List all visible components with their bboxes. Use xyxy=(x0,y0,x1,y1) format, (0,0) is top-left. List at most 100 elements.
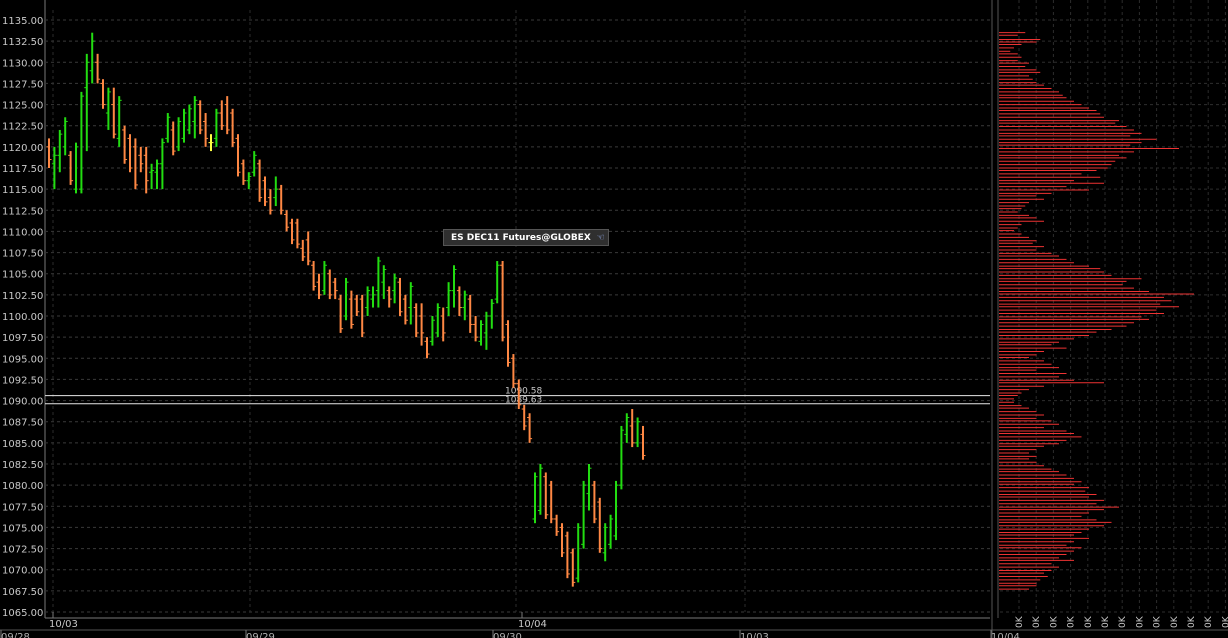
volume-axis-label: 0K xyxy=(1084,615,1094,628)
ohlc-bar xyxy=(483,311,489,350)
ohlc-bar xyxy=(62,117,68,156)
ohlc-bar xyxy=(500,261,506,342)
ohlc-bar xyxy=(548,480,554,524)
ohlc-bar xyxy=(494,261,500,304)
y-tick-label: 1117.50 xyxy=(2,164,43,175)
ohlc-bar xyxy=(208,134,214,152)
ohlc-bar xyxy=(370,286,376,308)
y-tick-label: 1097.50 xyxy=(2,333,43,344)
time-label-bottom: 09/28 xyxy=(1,632,30,638)
ohlc-bar xyxy=(613,480,619,541)
ohlc-bar xyxy=(386,286,392,308)
price-chart[interactable]: 1090.581089.63 1135.00 1132.50 1130.00 1127… xyxy=(0,0,1228,638)
ohlc-bar xyxy=(402,294,408,325)
ohlc-bar xyxy=(554,514,560,536)
y-tick-label: 1087.50 xyxy=(2,418,43,429)
ohlc-bar xyxy=(127,134,133,173)
ohlc-bar xyxy=(408,282,414,325)
ohlc-bar xyxy=(230,108,236,147)
ohlc-bar xyxy=(446,282,452,316)
y-tick-label: 1110.00 xyxy=(2,227,43,238)
ohlc-bar xyxy=(143,146,149,194)
ohlc-bar xyxy=(456,286,462,316)
ohlc-bar xyxy=(478,320,484,346)
volume-axis-label: 0K xyxy=(1049,615,1059,628)
ohlc-bar xyxy=(624,413,630,443)
ohlc-bar xyxy=(629,409,635,448)
ohlc-bar xyxy=(451,265,457,308)
ohlc-bar xyxy=(591,480,597,524)
ohlc-bar xyxy=(537,464,543,515)
y-tick-label: 1112.50 xyxy=(2,206,43,217)
ohlc-bar xyxy=(381,265,387,300)
ohlc-bar xyxy=(602,523,608,562)
volume-axis-label: 0K xyxy=(1015,615,1025,628)
y-tick-label: 1135.00 xyxy=(2,16,43,27)
y-tick-label: 1085.00 xyxy=(2,439,43,450)
y-tick-label: 1100.00 xyxy=(2,312,43,323)
ohlc-bar xyxy=(354,294,360,316)
volume-axis-label: 0K xyxy=(1153,615,1163,628)
volume-axis-label: 0K xyxy=(1135,615,1145,628)
ohlc-bar xyxy=(424,337,430,359)
ohlc-bar xyxy=(321,261,327,295)
ohlc-bar xyxy=(467,294,473,333)
horizontal-levels: 1090.581089.63 xyxy=(45,387,990,406)
y-tick-label: 1130.00 xyxy=(2,58,43,69)
ohlc-bar xyxy=(300,239,306,262)
ohlc-bar xyxy=(543,472,549,519)
ohlc-bar xyxy=(46,138,52,168)
ohlc-bar xyxy=(527,413,533,443)
ohlc-bar xyxy=(95,53,101,84)
volume-axis-label: 0K xyxy=(1067,615,1077,628)
ohlc-bar xyxy=(586,464,592,511)
ohlc-bar xyxy=(419,303,425,346)
y-tick-label: 1107.50 xyxy=(2,249,43,260)
ohlc-bar xyxy=(489,299,495,329)
ohlc-bar xyxy=(213,108,219,147)
volume-axis-label: 0K xyxy=(1221,615,1228,628)
y-tick-label: 1127.50 xyxy=(2,79,43,90)
ohlc-bar xyxy=(116,96,122,147)
ohlc-bar xyxy=(57,129,63,173)
ohlc-bar xyxy=(159,138,165,190)
ohlc-bar xyxy=(273,176,279,207)
ohlc-bar xyxy=(505,320,511,367)
ohlc-bar xyxy=(122,125,128,164)
volume-axis-label: 0K xyxy=(1032,615,1042,628)
symbol-label[interactable]: ES DEC11 Futures@GLOBEX ☜ xyxy=(443,229,609,246)
ohlc-bar xyxy=(170,121,176,156)
time-label-top: 10/03 xyxy=(49,619,78,630)
ohlc-bar xyxy=(186,104,192,135)
ohlc-bar xyxy=(165,113,171,143)
ohlc-bar xyxy=(240,159,246,185)
ohlc-bar xyxy=(203,113,209,147)
ohlc-bar xyxy=(618,425,624,490)
y-tick-label: 1092.50 xyxy=(2,375,43,386)
ohlc-bar xyxy=(435,303,441,338)
ohlc-bar xyxy=(284,210,290,232)
time-label-bottom: 10/03 xyxy=(740,632,769,638)
ohlc-bar xyxy=(570,548,576,587)
ohlc-bar xyxy=(84,53,90,152)
ohlc-bars xyxy=(46,32,646,587)
ohlc-bar xyxy=(338,294,344,333)
ohlc-bar xyxy=(332,277,338,300)
y-tick-label: 1125.00 xyxy=(2,101,43,112)
y-tick-label: 1095.00 xyxy=(2,354,43,365)
y-tick-label: 1090.00 xyxy=(2,397,43,408)
ohlc-bar xyxy=(532,472,538,524)
ohlc-bar xyxy=(440,307,446,342)
ohlc-bar xyxy=(176,117,182,152)
volume-axis-label: 0K xyxy=(1118,615,1128,628)
ohlc-bar xyxy=(235,134,241,177)
ohlc-bar xyxy=(429,316,435,346)
y-tick-label: 1102.50 xyxy=(2,291,43,302)
time-label-bottom: 09/30 xyxy=(493,632,522,638)
time-label-bottom: 09/29 xyxy=(246,632,275,638)
y-tick-label: 1120.00 xyxy=(2,143,43,154)
ohlc-bar xyxy=(294,218,300,249)
time-label-bottom: 10/04 xyxy=(991,632,1020,638)
y-tick-label: 1075.00 xyxy=(2,523,43,534)
ohlc-bar xyxy=(262,176,268,207)
